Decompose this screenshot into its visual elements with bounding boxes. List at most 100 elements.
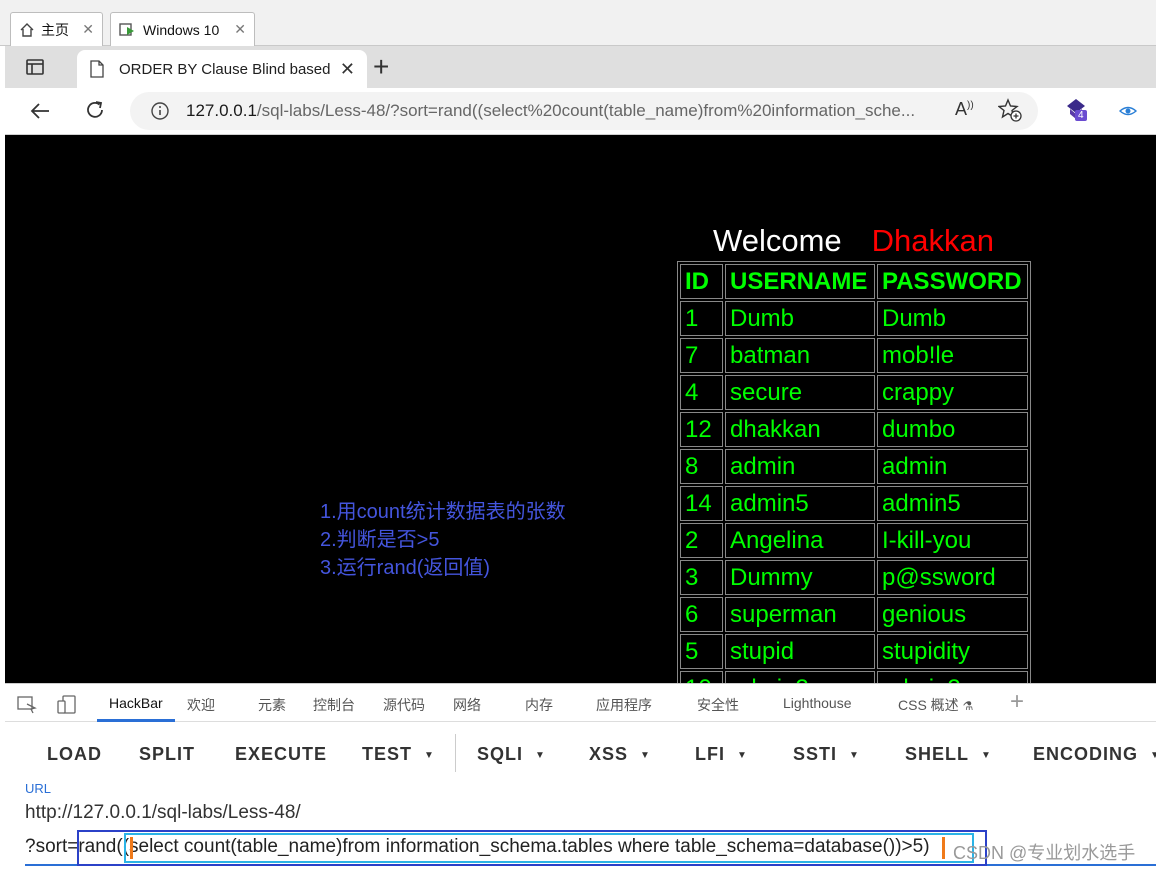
devtools-tab-bar: HackBar 欢迎 元素 控制台 源代码 网络 内存 应用程序 安全性 Lig… (5, 684, 1156, 722)
tab-sources[interactable]: 源代码 (383, 695, 425, 715)
chevron-down-icon: ▼ (424, 749, 435, 761)
table-row: 10admin2admin2 (680, 671, 1028, 683)
device-emulation-icon[interactable] (57, 695, 77, 715)
table-row: 14 admin5 admin5 (680, 486, 1028, 521)
test-dropdown[interactable]: TEST ▼ (362, 744, 435, 765)
hackbar-toolbar: LOAD SPLIT EXECUTE TEST ▼ SQLI ▼ XSS ▼ LFI ▼… (5, 722, 1156, 782)
annotation-notes: 1.用count统计数据表的张数 2.判断是否>5 3.运行rand(返回值) (320, 498, 566, 582)
lfi-dropdown[interactable]: LFI ▼ (695, 744, 748, 765)
tab-memory[interactable]: 内存 (525, 695, 553, 715)
cell-id: 5 (680, 634, 723, 669)
devtools-panel: HackBar 欢迎 元素 控制台 源代码 网络 内存 应用程序 安全性 Lig… (5, 683, 1156, 872)
cell-id: 12 (680, 412, 723, 447)
table-row: 1 Dumb Dumb (680, 301, 1028, 336)
cell-username: admin (725, 449, 875, 484)
cell-username: admin2 (725, 671, 875, 683)
close-icon[interactable]: ✕ (340, 59, 355, 80)
favorite-add-icon[interactable] (998, 98, 1022, 122)
cell-id: 10 (680, 671, 723, 683)
tab-network[interactable]: 网络 (453, 695, 481, 715)
close-icon[interactable]: ✕ (82, 21, 94, 38)
eye-icon[interactable] (1118, 103, 1138, 119)
sqli-dropdown[interactable]: SQLI ▼ (477, 744, 546, 765)
read-aloud-icon[interactable]: A)) (955, 99, 974, 120)
highlight-box-inner (124, 833, 974, 863)
table-header-row: ID USERNAME PASSWORD (680, 264, 1028, 299)
table-row: 3 Dummy p@ssword (680, 560, 1028, 595)
tab-welcome[interactable]: 欢迎 (187, 695, 215, 715)
tab-css-overview[interactable]: CSS 概述 ⚗ (898, 695, 973, 715)
tab-hackbar[interactable]: HackBar (109, 695, 163, 711)
vm-tab-windows10[interactable]: Windows 10 ✕ (110, 12, 255, 46)
url-path: /sql-labs/Less-48/?sort=rand((select%20c… (256, 101, 916, 120)
url-field-label: URL (25, 781, 52, 796)
cell-password: stupidity (877, 634, 1028, 669)
note-line: 3.运行rand(返回值) (320, 557, 491, 579)
new-tab-icon[interactable]: + (373, 51, 389, 83)
cell-username: Dumb (725, 301, 875, 336)
tab-elements[interactable]: 元素 (258, 695, 286, 715)
info-icon[interactable] (150, 101, 170, 121)
table-row: 12 dhakkan dumbo (680, 412, 1028, 447)
tab-application[interactable]: 应用程序 (596, 695, 652, 715)
execute-button[interactable]: EXECUTE (235, 744, 327, 765)
cell-username: dhakkan (725, 412, 875, 447)
tab-css-overview-label: CSS 概述 (898, 697, 959, 713)
ssti-label: SSTI (793, 744, 838, 764)
encoding-dropdown[interactable]: ENCODING ▼ (1033, 744, 1156, 765)
sqli-label: SQLI (477, 744, 524, 764)
cell-id: 6 (680, 597, 723, 632)
cell-id: 1 (680, 301, 723, 336)
cell-username: Dummy (725, 560, 875, 595)
cell-username: secure (725, 375, 875, 410)
tab-console[interactable]: 控制台 (313, 695, 355, 715)
lfi-label: LFI (695, 744, 725, 764)
load-button[interactable]: LOAD (47, 744, 102, 765)
chevron-down-icon: ▼ (640, 749, 651, 761)
chevron-down-icon: ▼ (849, 749, 860, 761)
cell-username: stupid (725, 634, 875, 669)
test-label: TEST (362, 744, 413, 764)
url-host: 127.0.0.1 (186, 101, 257, 120)
vm-tab-home[interactable]: 主页 ✕ (10, 12, 103, 46)
cell-password: admin2 (877, 671, 1028, 683)
cell-password: dumbo (877, 412, 1028, 447)
page-content: Welcome Dhakkan ID USERNAME PASSWORD 1 Dum… (5, 135, 1156, 683)
header-id: ID (680, 264, 723, 299)
extension-icon[interactable]: 4 (1063, 96, 1093, 126)
table-row: 5 stupid stupidity (680, 634, 1028, 669)
tab-security[interactable]: 安全性 (697, 695, 739, 715)
welcome-heading: Welcome Dhakkan (713, 223, 994, 259)
shell-dropdown[interactable]: SHELL ▼ (905, 744, 992, 765)
toolbar-divider (455, 734, 456, 772)
chevron-down-icon: ▼ (981, 749, 992, 761)
paren-marker-open (130, 837, 133, 859)
xss-label: XSS (589, 744, 629, 764)
cell-id: 4 (680, 375, 723, 410)
paren-marker-close (942, 837, 945, 859)
back-arrow-icon[interactable] (29, 100, 51, 122)
watermark: CSDN @专业划水选手 (953, 843, 1136, 863)
url-field-line1[interactable]: http://127.0.0.1/sql-labs/Less-48/ (25, 802, 301, 824)
tab-lighthouse[interactable]: Lighthouse (783, 695, 852, 711)
inspect-element-icon[interactable] (17, 696, 37, 714)
xss-dropdown[interactable]: XSS ▼ (589, 744, 651, 765)
cell-password: I-kill-you (877, 523, 1028, 558)
chevron-down-icon: ▼ (737, 749, 748, 761)
refresh-icon[interactable] (84, 99, 106, 121)
welcome-text: Welcome (713, 223, 842, 258)
browser-tab-bar: ORDER BY Clause Blind based ✕ + (5, 46, 1156, 88)
ssti-dropdown[interactable]: SSTI ▼ (793, 744, 860, 765)
tab-order-by-clause[interactable]: ORDER BY Clause Blind based ✕ (77, 50, 367, 88)
navigation-bar: 127.0.0.1/sql-labs/Less-48/?sort=rand((s… (5, 88, 1156, 135)
add-tab-icon[interactable]: + (1010, 688, 1024, 716)
address-bar[interactable]: 127.0.0.1/sql-labs/Less-48/?sort=rand((s… (130, 92, 1038, 130)
tab-actions-icon[interactable] (25, 57, 45, 77)
extension-badge: 4 (1075, 110, 1087, 121)
vm-tab-label: Windows 10 (143, 21, 220, 38)
close-icon[interactable]: ✕ (234, 21, 246, 38)
welcome-name: Dhakkan (871, 223, 994, 258)
note-line: 1.用count统计数据表的张数 (320, 501, 566, 523)
split-button[interactable]: SPLIT (139, 744, 195, 765)
cell-password: mob!le (877, 338, 1028, 373)
